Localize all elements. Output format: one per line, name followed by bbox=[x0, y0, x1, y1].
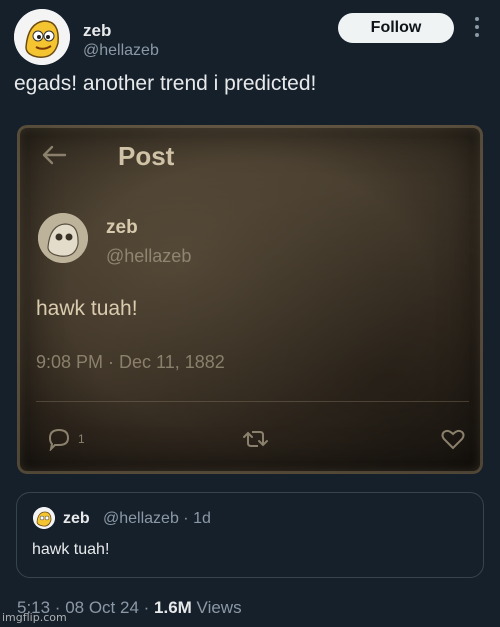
author-name[interactable]: zeb bbox=[83, 21, 111, 41]
image-edge bbox=[17, 125, 483, 474]
quoted-post[interactable]: zeb @hellazeb · 1d hawk tuah! bbox=[16, 492, 484, 578]
quote-text: hawk tuah! bbox=[32, 541, 110, 558]
author-avatar[interactable] bbox=[14, 9, 70, 65]
author-handle[interactable]: @hellazeb bbox=[83, 42, 159, 60]
quote-author-handle: @hellazeb · 1d bbox=[103, 510, 211, 527]
quote-author-name: zeb bbox=[63, 510, 90, 527]
tweet-text: egads! another trend i predicted! bbox=[14, 72, 317, 95]
follow-button[interactable]: Follow bbox=[338, 13, 454, 43]
post-header: zeb @hellazeb Follow bbox=[14, 9, 486, 65]
watermark: imgflip.com bbox=[2, 611, 67, 624]
more-icon[interactable] bbox=[474, 17, 480, 39]
attached-image[interactable]: Post zeb @hellazeb hawk tuah! 9:08 PM · … bbox=[17, 125, 483, 474]
quote-avatar bbox=[33, 507, 55, 529]
views-count: 1.6M bbox=[154, 598, 192, 617]
views-label: Views bbox=[191, 598, 242, 617]
